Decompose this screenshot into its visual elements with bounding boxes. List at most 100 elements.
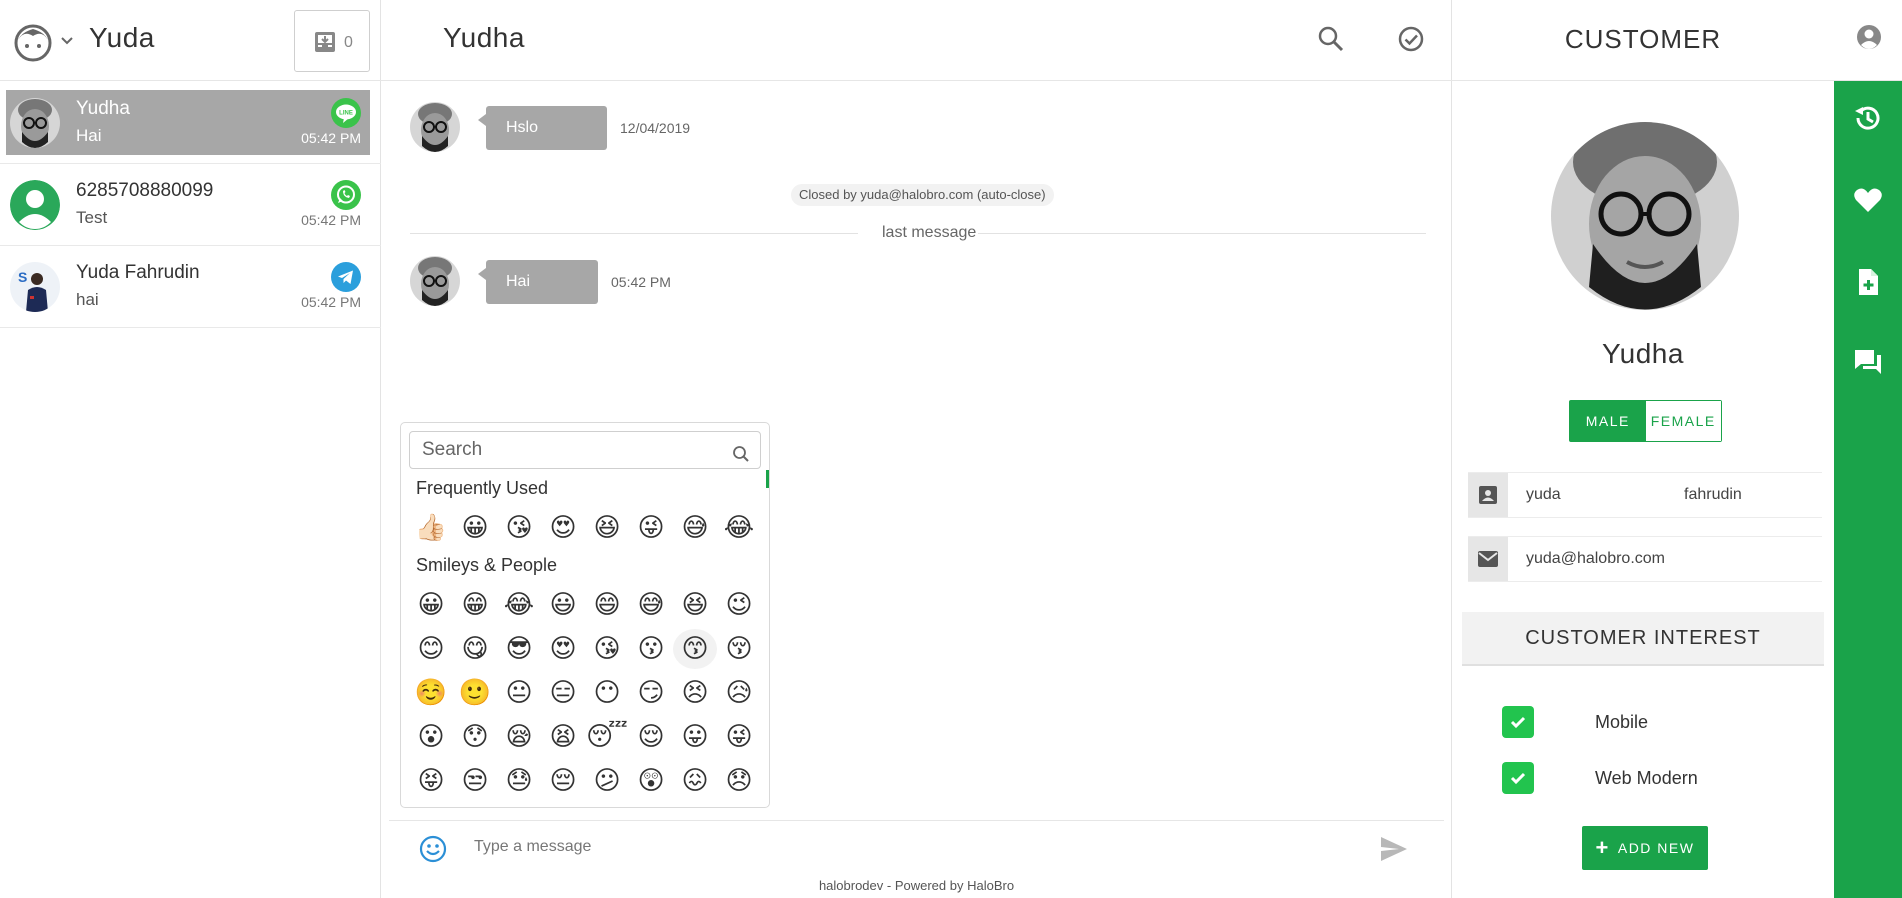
customer-name: Yudha (1602, 338, 1684, 369)
conversation-preview: hai (76, 290, 99, 309)
emoji-row: 😝 😒 😓 😔 😕 😲 😖 😞 (409, 761, 761, 801)
envelope-icon (1468, 537, 1508, 581)
emoji[interactable]: 😙 (673, 629, 717, 669)
emoji[interactable]: 🙂 (453, 673, 497, 713)
message-time: 12/04/2019 (620, 120, 691, 136)
emoji[interactable]: 😕 (585, 761, 629, 801)
avatar (10, 98, 60, 148)
emoji[interactable]: 😯 (453, 717, 497, 757)
emoji[interactable]: 👍🏻 (409, 508, 453, 548)
conversation-item[interactable]: 6285708880099 Test 05:42 PM (0, 164, 381, 246)
emoji[interactable]: 😴 (585, 717, 629, 757)
emoji[interactable]: 😚 (717, 629, 761, 669)
chevron-down-icon[interactable] (60, 34, 74, 48)
emoji[interactable]: 😗 (629, 629, 673, 669)
emoji[interactable]: 😖 (673, 761, 717, 801)
avatar: S (10, 262, 60, 312)
emoji[interactable]: 😀 (409, 585, 453, 625)
emoji-picker: Frequently Used 👍🏻 😀 😘 😍 😆 😜 😅 😂 Smileys… (400, 422, 770, 808)
emoji[interactable]: 😒 (453, 761, 497, 801)
emoji[interactable]: 😓 (497, 761, 541, 801)
gender-female-button[interactable]: FEMALE (1645, 401, 1721, 441)
emoji[interactable]: 😁 (453, 585, 497, 625)
emoji[interactable]: 😅 (629, 585, 673, 625)
add-document-icon[interactable] (1852, 266, 1884, 298)
emoji[interactable]: 😑 (541, 673, 585, 713)
checkbox-checked-icon[interactable] (1502, 762, 1534, 794)
emoji[interactable]: 😜 (717, 717, 761, 757)
inbox-button[interactable]: 0 (294, 10, 370, 72)
history-icon[interactable] (1852, 102, 1884, 134)
checkbox-checked-icon[interactable] (1502, 706, 1534, 738)
chat-bubbles-icon[interactable] (1852, 346, 1884, 378)
heart-icon[interactable] (1852, 184, 1884, 216)
emoji[interactable]: 😪 (497, 717, 541, 757)
emoji[interactable]: 😘 (585, 629, 629, 669)
chat-panel: Yudha Hslo 12/04/2019 Closed by yuda@hal… (381, 0, 1452, 898)
emoji[interactable]: 😍 (541, 629, 585, 669)
emoji[interactable]: 😉 (717, 585, 761, 625)
emoji[interactable]: 😐 (497, 673, 541, 713)
emoji[interactable]: 😣 (673, 673, 717, 713)
app-window: Yuda 0 Yudha Hai 05:42 PM LINE 628570888… (0, 0, 1902, 898)
emoji[interactable]: 😝 (409, 761, 453, 801)
gender-male-button[interactable]: MALE (1570, 401, 1646, 441)
emoji[interactable]: 😫 (541, 717, 585, 757)
emoji[interactable]: 😅 (673, 508, 717, 548)
emoji-row: 👍🏻 😀 😘 😍 😆 😜 😅 😂 (409, 508, 761, 548)
emoji[interactable]: 😆 (585, 508, 629, 548)
email-input[interactable] (1526, 550, 1816, 568)
emoji[interactable]: 😊 (409, 629, 453, 669)
conversation-preview: Hai (76, 126, 102, 145)
emoji[interactable]: 😶 (585, 673, 629, 713)
conversation-item[interactable]: Yudha Hai 05:42 PM LINE (0, 82, 381, 164)
emoji[interactable]: 😮 (409, 717, 453, 757)
add-new-interest-button[interactable]: + ADD NEW (1582, 826, 1708, 870)
emoji[interactable]: 😥 (717, 673, 761, 713)
emoji[interactable]: 😍 (541, 508, 585, 548)
svg-text:LINE: LINE (339, 111, 353, 117)
message-time: 05:42 PM (611, 274, 671, 290)
interest-label: Web Modern (1595, 768, 1698, 788)
emoji-category-label: Smileys & People (416, 555, 558, 575)
inbox-icon (315, 32, 335, 52)
emoji[interactable]: 😂 (717, 508, 761, 548)
divider-line (410, 233, 858, 234)
agent-avatar-icon[interactable] (14, 24, 52, 62)
message-input[interactable] (474, 829, 1294, 865)
emoji[interactable]: 😃 (541, 585, 585, 625)
last-name-input[interactable] (1684, 486, 1814, 504)
contact-card-icon (1468, 473, 1508, 517)
emoji[interactable]: 😜 (629, 508, 673, 548)
emoji[interactable]: 😄 (585, 585, 629, 625)
emoji[interactable]: 😀 (453, 508, 497, 548)
user-account-icon[interactable] (1856, 24, 1882, 50)
emoji[interactable]: 😌 (629, 717, 673, 757)
emoji-search-input[interactable] (409, 431, 761, 469)
search-icon[interactable] (1316, 24, 1346, 54)
emoji[interactable]: 😎 (497, 629, 541, 669)
emoji[interactable]: 😋 (453, 629, 497, 669)
first-name-input[interactable] (1526, 486, 1666, 504)
smiley-icon[interactable] (419, 835, 447, 863)
emoji[interactable]: ☺️ (409, 673, 453, 713)
emoji[interactable]: 😞 (717, 761, 761, 801)
whatsapp-icon (331, 180, 361, 210)
emoji[interactable]: 😛 (673, 717, 717, 757)
message-bubble: Hai (478, 260, 598, 304)
send-icon[interactable] (1379, 835, 1409, 863)
emoji[interactable]: 😏 (629, 673, 673, 713)
emoji[interactable]: 😘 (497, 508, 541, 548)
emoji[interactable]: 😲 (629, 761, 673, 801)
customer-panel-title: CUSTOMER (1564, 24, 1722, 54)
conversation-item[interactable]: S Yuda Fahrudin hai 05:42 PM (0, 246, 381, 328)
resolve-check-icon[interactable] (1396, 24, 1426, 54)
avatar (10, 180, 60, 230)
emoji[interactable]: 😂 (497, 585, 541, 625)
emoji[interactable]: 😆 (673, 585, 717, 625)
conversation-time: 05:42 PM (301, 294, 361, 310)
agent-name: Yuda (89, 22, 155, 53)
emoji[interactable]: 😔 (541, 761, 585, 801)
chat-title: Yudha (443, 22, 525, 53)
plus-icon: + (1595, 835, 1610, 860)
